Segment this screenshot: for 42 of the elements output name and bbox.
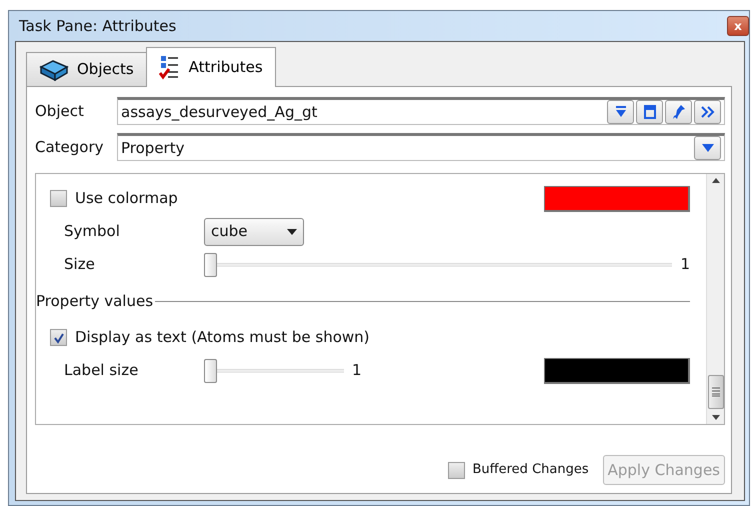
symbol-dropdown[interactable]: cube xyxy=(204,218,304,246)
slider-value: 1 xyxy=(680,254,690,276)
checkbox[interactable] xyxy=(50,190,67,207)
object-field[interactable]: assays_desurveyed_Ag_gt xyxy=(117,97,725,125)
window-icon xyxy=(644,105,656,119)
checkbox-label: Display as text (Atoms must be shown) xyxy=(75,327,371,348)
tab[interactable]: Attributes xyxy=(146,47,276,87)
pin-button[interactable] xyxy=(665,100,692,124)
field-label: Symbol xyxy=(63,221,121,242)
field-label: Size xyxy=(63,254,96,276)
cube-icon xyxy=(39,58,69,80)
object-label: Object xyxy=(35,100,85,122)
category-label: Category xyxy=(35,136,105,158)
section-heading: Property values xyxy=(36,290,154,312)
close-button[interactable]: x xyxy=(727,16,749,36)
window-button[interactable] xyxy=(636,100,663,124)
double-chevron-icon xyxy=(700,105,716,119)
slider-thumb[interactable] xyxy=(204,252,217,276)
scroll-down-icon[interactable] xyxy=(712,415,720,420)
color-swatch[interactable] xyxy=(544,186,690,212)
checkbox-label: Buffered Changes xyxy=(472,461,589,480)
field-label: Label size xyxy=(63,360,140,382)
window-title: Task Pane: Attributes xyxy=(19,16,176,37)
more-button[interactable] xyxy=(694,100,721,124)
slider-thumb[interactable] xyxy=(204,358,217,382)
scroll-thumb[interactable] xyxy=(708,375,724,409)
dropdown-button[interactable] xyxy=(694,136,721,160)
filter-button[interactable] xyxy=(607,100,634,124)
caret-icon xyxy=(287,228,297,234)
scrollbar[interactable] xyxy=(706,174,724,424)
scroll-up-icon[interactable] xyxy=(712,178,720,183)
slider-value: 1 xyxy=(352,360,362,382)
checkbox-label: Use colormap xyxy=(75,188,179,210)
down-arrow-icon xyxy=(614,105,628,119)
pin-icon xyxy=(672,104,686,120)
checkbox[interactable] xyxy=(50,329,67,346)
checklist-icon xyxy=(158,54,181,80)
color-swatch[interactable] xyxy=(544,358,690,384)
category-dropdown[interactable]: Property xyxy=(117,133,725,161)
tab[interactable]: Objects xyxy=(26,52,147,86)
checkbox[interactable] xyxy=(448,462,465,478)
caret-icon xyxy=(700,143,714,153)
